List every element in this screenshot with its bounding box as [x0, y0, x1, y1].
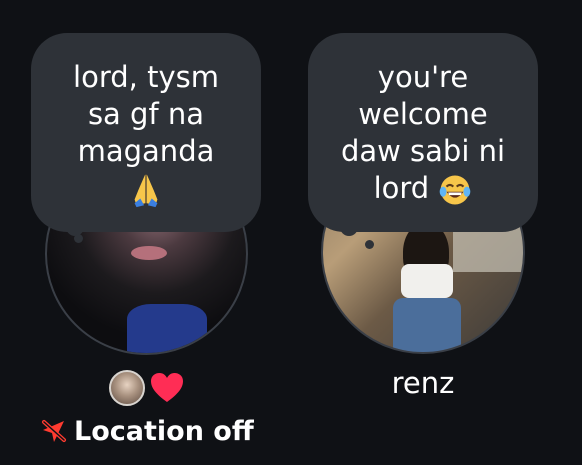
bubble-tail [74, 234, 83, 243]
bubble-tail [66, 218, 84, 236]
note-last-line: lord [324, 170, 522, 207]
note-line: sa gf na [87, 97, 205, 131]
pray-icon [134, 174, 158, 208]
note-line: you're [377, 60, 469, 94]
friends-map-notes: lord, tysm sa gf na maganda you're welco… [0, 0, 582, 465]
note-line: welcome [358, 97, 488, 131]
location-off-icon [42, 420, 66, 442]
note-bubble-left[interactable]: lord, tysm sa gf na maganda [31, 33, 261, 232]
bubble-tail [365, 240, 374, 249]
location-status: Location off [40, 413, 254, 449]
note-bubble-right[interactable]: you're welcome daw sabi ni lord [308, 33, 538, 232]
bubble-tail [340, 218, 358, 236]
photo-detail [131, 246, 167, 260]
location-label: Location off [74, 415, 254, 447]
note-emoji-line [47, 170, 245, 209]
photo-detail [393, 298, 461, 352]
note-line: maganda [77, 134, 215, 168]
photo-detail [401, 264, 453, 298]
note-line: lord, tysm [73, 60, 219, 94]
photo-detail [127, 304, 207, 353]
friend-avatar[interactable] [109, 370, 145, 406]
note-line: daw sabi ni [340, 134, 506, 168]
note-line: lord [373, 171, 430, 205]
laugh-icon [440, 175, 471, 205]
friend-name[interactable]: renz [321, 366, 525, 400]
heart-icon [151, 373, 183, 402]
